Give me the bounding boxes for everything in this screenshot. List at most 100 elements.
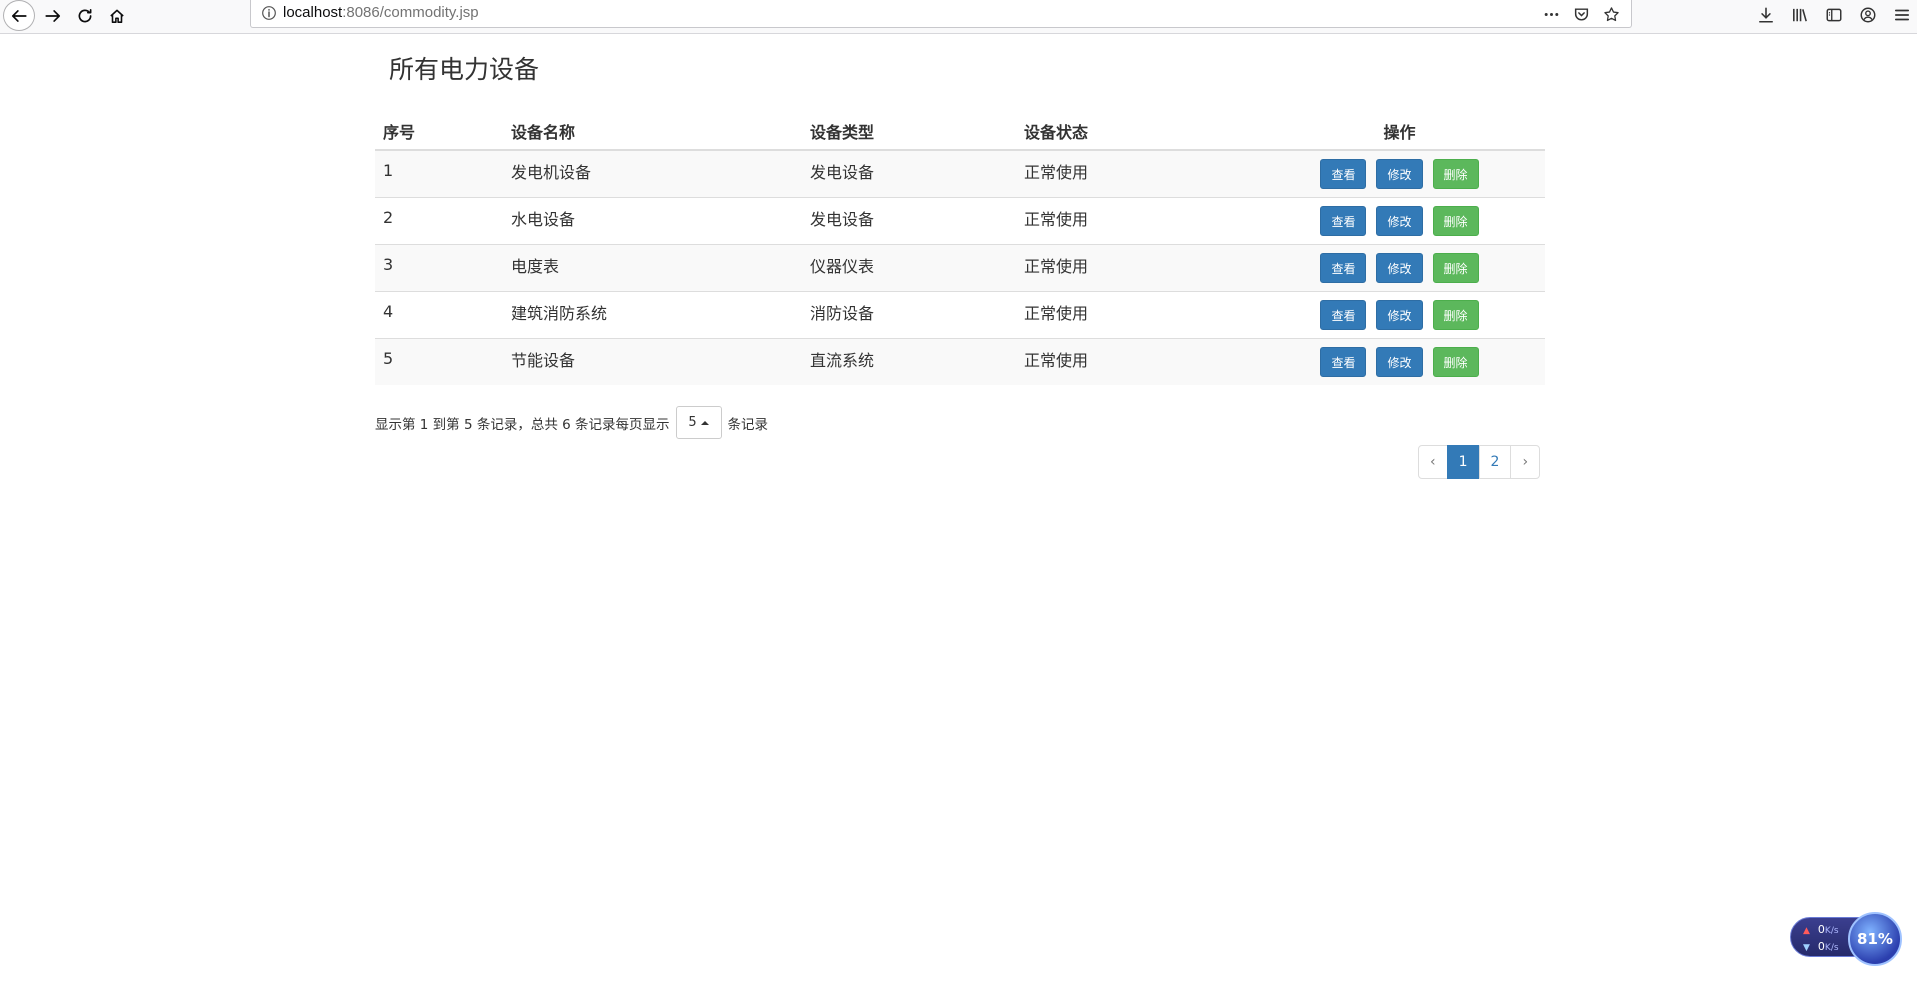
reload-icon — [78, 8, 92, 23]
cell-name: 水电设备 — [503, 196, 802, 244]
view-button[interactable]: 查看 — [1320, 299, 1367, 330]
menu-button[interactable] — [1891, 3, 1913, 27]
cell-ops: 查看 修改 删除 — [1254, 149, 1545, 197]
cell-name-text: 水电设备 — [511, 209, 576, 229]
edit-button[interactable]: 修改 — [1376, 299, 1423, 330]
cell-status: 正常使用 — [1016, 337, 1254, 385]
page-1-button[interactable]: 1 — [1446, 445, 1480, 479]
download-arrow-icon: ▼ — [1803, 943, 1810, 953]
cell-status-text: 正常使用 — [1024, 209, 1089, 229]
cell-index: 2 — [375, 196, 503, 244]
cell-name: 建筑消防系统 — [503, 290, 802, 338]
cell-status-text: 正常使用 — [1024, 256, 1089, 276]
delete-button[interactable]: 删除 — [1432, 158, 1479, 189]
cell-index-text: 2 — [383, 208, 394, 227]
info-icon[interactable] — [261, 5, 277, 21]
view-button[interactable]: 查看 — [1320, 346, 1367, 377]
page-size-dropdown[interactable]: 5 — [675, 406, 722, 439]
pocket-button[interactable] — [1571, 4, 1591, 24]
cell-status: 正常使用 — [1016, 290, 1254, 338]
home-button[interactable] — [101, 1, 133, 31]
edit-button[interactable]: 修改 — [1376, 205, 1423, 236]
pocket-icon — [1574, 7, 1588, 21]
hamburger-menu-icon — [1894, 9, 1910, 21]
cell-type: 消防设备 — [802, 290, 1016, 338]
header-ops: 操作 — [1254, 112, 1545, 151]
pagination-info-suffix: 条记录 — [727, 416, 769, 433]
cell-type: 直流系统 — [802, 337, 1016, 385]
view-button[interactable]: 查看 — [1320, 252, 1367, 283]
cell-type-text: 发电设备 — [810, 162, 875, 182]
usage-ball[interactable]: 81% — [1848, 912, 1902, 966]
upload-unit: K/s — [1824, 926, 1839, 936]
cell-name: 电度表 — [503, 243, 802, 291]
cell-name-text: 建筑消防系统 — [511, 303, 608, 323]
header-index[interactable]: 序号 — [375, 112, 503, 151]
network-speed-widget[interactable]: ▲ 0K/s ▼ 0K/s 81% — [1790, 912, 1908, 966]
cell-name-text: 节能设备 — [511, 350, 576, 370]
upload-value: 0 — [1817, 923, 1825, 936]
cell-status-text: 正常使用 — [1024, 350, 1089, 370]
browser-toolbar: localhost:8086/commodity.jsp — [0, 0, 1917, 34]
delete-button[interactable]: 删除 — [1432, 346, 1479, 377]
star-icon — [1603, 6, 1619, 21]
header-name[interactable]: 设备名称 — [503, 112, 802, 151]
page-2-button[interactable]: 2 — [1478, 445, 1512, 479]
delete-button[interactable]: 删除 — [1432, 299, 1479, 330]
downloads-button[interactable] — [1755, 3, 1777, 27]
cell-index: 5 — [375, 337, 503, 385]
caret-up-icon — [700, 420, 709, 425]
usage-percent: 81% — [1857, 930, 1893, 948]
url-text[interactable]: localhost:8086/commodity.jsp — [283, 4, 479, 21]
page-actions-button[interactable] — [1541, 4, 1561, 24]
equipment-table: 序号 设备名称 设备类型 设备状态 操作 1 发电机设备 发电设备 正常使用 查… — [375, 112, 1545, 385]
library-button[interactable] — [1789, 3, 1811, 27]
pagination: ‹ 1 2 › — [1418, 445, 1541, 479]
back-button[interactable] — [3, 0, 35, 31]
table-row: 1 发电机设备 发电设备 正常使用 查看 修改 删除 — [375, 149, 1545, 197]
next-page-button[interactable]: › — [1510, 445, 1541, 479]
cell-type: 发电设备 — [802, 196, 1016, 244]
cell-ops: 查看 修改 删除 — [1254, 196, 1545, 244]
sidebar-icon — [1826, 8, 1842, 22]
view-button[interactable]: 查看 — [1320, 205, 1367, 236]
table-row: 2 水电设备 发电设备 正常使用 查看 修改 删除 — [375, 196, 1545, 244]
cell-index-text: 1 — [383, 161, 394, 181]
download-unit: K/s — [1824, 943, 1839, 953]
prev-page-button[interactable]: ‹ — [1418, 445, 1448, 479]
cell-status-text: 正常使用 — [1024, 303, 1089, 323]
sidebar-button[interactable] — [1823, 3, 1845, 27]
home-icon — [110, 9, 124, 23]
reload-button[interactable] — [69, 1, 101, 31]
download-icon — [1759, 7, 1773, 23]
cell-type: 发电设备 — [802, 149, 1016, 197]
edit-button[interactable]: 修改 — [1376, 252, 1423, 283]
cell-name: 发电机设备 — [503, 149, 802, 197]
account-button[interactable] — [1857, 3, 1879, 27]
edit-button[interactable]: 修改 — [1376, 158, 1423, 189]
url-bar[interactable]: localhost:8086/commodity.jsp — [250, 0, 1632, 28]
table-row: 3 电度表 仪器仪表 正常使用 查看 修改 删除 — [375, 243, 1545, 291]
cell-ops: 查看 修改 删除 — [1254, 337, 1545, 385]
url-path: :8086/commodity.jsp — [342, 4, 479, 21]
delete-button[interactable]: 删除 — [1432, 205, 1479, 236]
view-button[interactable]: 查看 — [1320, 158, 1367, 189]
header-status[interactable]: 设备状态 — [1016, 112, 1254, 151]
cell-name-text: 发电机设备 — [511, 162, 592, 182]
forward-button[interactable] — [37, 1, 69, 31]
more-horizontal-icon — [1544, 12, 1558, 16]
delete-button[interactable]: 删除 — [1432, 252, 1479, 283]
cell-type-text: 直流系统 — [810, 350, 875, 370]
header-type[interactable]: 设备类型 — [802, 112, 1016, 151]
account-icon — [1860, 7, 1876, 23]
cell-index-text: 4 — [383, 302, 394, 321]
url-host: localhost — [283, 4, 343, 21]
edit-button[interactable]: 修改 — [1376, 346, 1423, 377]
library-icon — [1793, 8, 1807, 22]
cell-type: 仪器仪表 — [802, 243, 1016, 291]
cell-ops: 查看 修改 删除 — [1254, 290, 1545, 338]
bookmark-button[interactable] — [1601, 4, 1621, 24]
cell-status-text: 正常使用 — [1024, 162, 1089, 182]
pagination-info-prefix: 显示第 1 到第 5 条记录，总共 6 条记录每页显示 — [375, 416, 670, 433]
cell-type-text: 发电设备 — [810, 209, 875, 229]
